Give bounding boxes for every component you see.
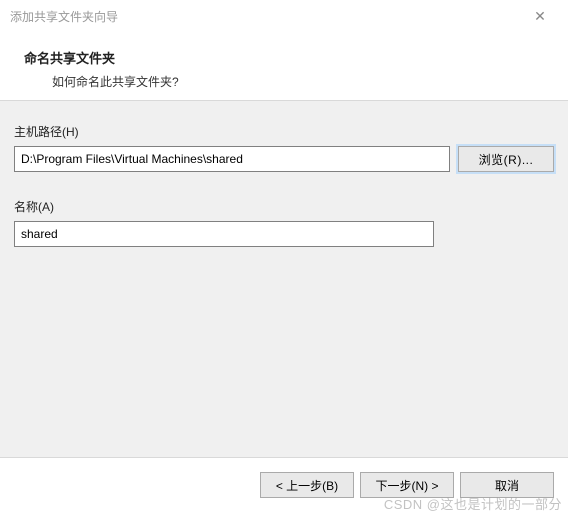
wizard-content: 主机路径(H) 浏览(R)... 名称(A)	[0, 100, 568, 458]
close-icon: ✕	[534, 8, 546, 25]
back-button[interactable]: < 上一步(B)	[260, 472, 354, 498]
next-button[interactable]: 下一步(N) >	[360, 472, 454, 498]
host-path-row: 浏览(R)...	[14, 146, 554, 172]
browse-button[interactable]: 浏览(R)...	[458, 146, 554, 172]
host-path-input[interactable]	[14, 146, 450, 172]
titlebar: 添加共享文件夹向导 ✕	[0, 0, 568, 32]
name-input[interactable]	[14, 221, 434, 247]
close-button[interactable]: ✕	[520, 2, 560, 30]
name-row	[14, 221, 554, 247]
host-path-label: 主机路径(H)	[14, 123, 554, 140]
wizard-header: 命名共享文件夹 如何命名此共享文件夹?	[0, 32, 568, 100]
cancel-button[interactable]: 取消	[460, 472, 554, 498]
page-subtitle: 如何命名此共享文件夹?	[24, 73, 544, 90]
name-label: 名称(A)	[14, 198, 554, 215]
wizard-footer: < 上一步(B) 下一步(N) > 取消	[0, 458, 568, 498]
page-title: 命名共享文件夹	[24, 48, 544, 67]
window-title: 添加共享文件夹向导	[10, 8, 118, 25]
